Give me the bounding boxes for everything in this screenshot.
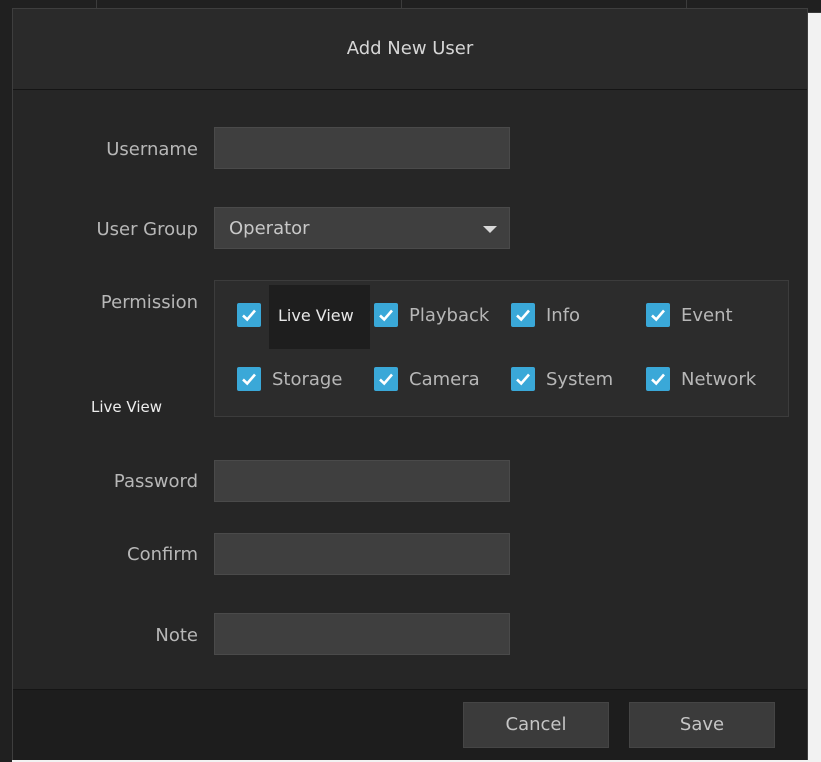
permission-label-camera: Camera: [409, 368, 480, 390]
permission-system[interactable]: System: [511, 361, 613, 397]
permission-info[interactable]: Info: [511, 297, 580, 333]
username-input[interactable]: [214, 127, 510, 169]
user-group-select[interactable]: Operator: [214, 207, 510, 249]
chevron-down-icon[interactable]: [483, 226, 497, 233]
permission-network[interactable]: Network: [646, 361, 756, 397]
note-label: Note: [155, 625, 198, 646]
permission-label-info: Info: [546, 304, 581, 326]
permission-storage[interactable]: Storage: [237, 361, 342, 397]
check-icon: [242, 373, 256, 386]
username-label: Username: [106, 139, 198, 160]
check-icon: [379, 309, 393, 322]
background-window-edge: [0, 12, 12, 762]
user-group-value: Operator: [229, 218, 310, 239]
permission-camera[interactable]: Camera: [374, 361, 480, 397]
checkbox-live-view[interactable]: [237, 303, 261, 327]
confirm-password-input[interactable]: [214, 533, 510, 575]
permission-label-network: Network: [681, 368, 757, 390]
tooltip-text: Live View: [91, 398, 162, 416]
permission-event[interactable]: Event: [646, 297, 733, 333]
dialog-header: Add New User: [13, 9, 807, 90]
permission-label-playback: Playback: [409, 304, 490, 326]
permission-label: Permission: [100, 292, 198, 313]
cancel-button[interactable]: Cancel: [463, 702, 609, 748]
checkbox-info[interactable]: [511, 303, 535, 327]
check-icon: [651, 373, 665, 386]
permission-live-view[interactable]: Live View: [237, 297, 354, 333]
permission-label-system: System: [546, 368, 614, 390]
check-icon: [516, 309, 530, 322]
save-button[interactable]: Save: [629, 702, 775, 748]
checkbox-system[interactable]: [511, 367, 535, 391]
permission-playback[interactable]: Playback: [374, 297, 489, 333]
password-input[interactable]: [214, 460, 510, 502]
permission-label-event: Event: [681, 304, 733, 326]
checkbox-playback[interactable]: [374, 303, 398, 327]
checkbox-event[interactable]: [646, 303, 670, 327]
dialog-footer: Cancel Save: [13, 689, 807, 760]
dialog-title: Add New User: [346, 38, 474, 59]
add-user-dialog: Add New User Username User Group Operato…: [12, 8, 808, 760]
check-icon: [651, 309, 665, 322]
check-icon: [516, 373, 530, 386]
check-icon: [242, 309, 256, 322]
confirm-label: Confirm: [127, 544, 198, 565]
check-icon: [379, 373, 393, 386]
note-input[interactable]: [214, 613, 510, 655]
user-group-label: User Group: [96, 219, 198, 240]
password-label: Password: [113, 471, 198, 492]
checkbox-camera[interactable]: [374, 367, 398, 391]
permission-panel: Live View Playback Info Event Storage Ca…: [214, 280, 789, 417]
checkbox-network[interactable]: [646, 367, 670, 391]
permission-label-storage: Storage: [272, 368, 343, 390]
permission-label-live-view: Live View: [278, 305, 354, 325]
checkbox-storage[interactable]: [237, 367, 261, 391]
